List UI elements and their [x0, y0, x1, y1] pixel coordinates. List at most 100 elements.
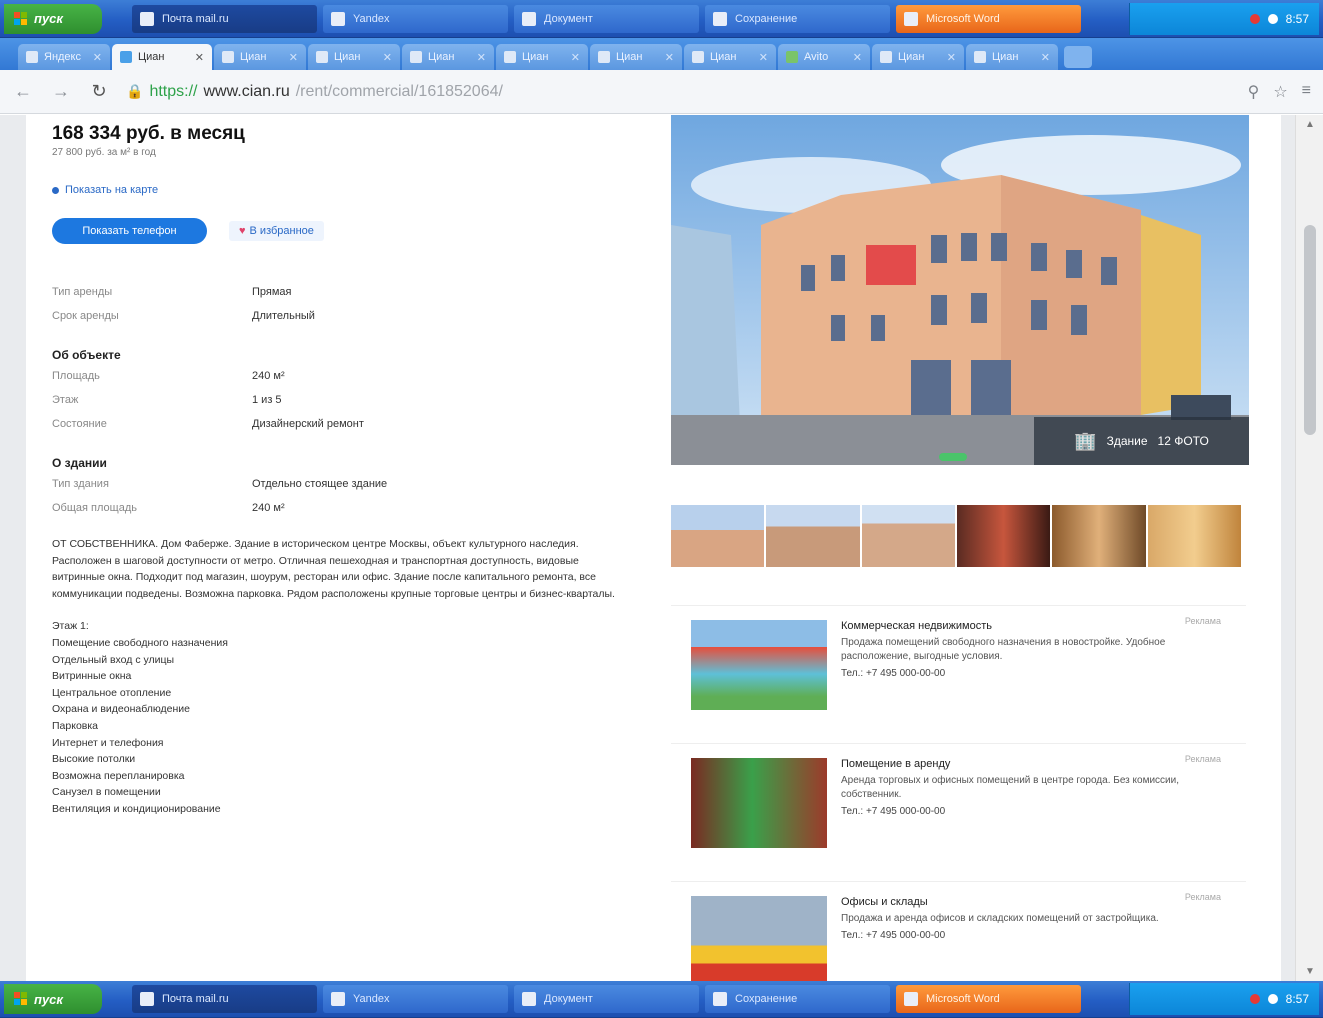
- close-tab-icon[interactable]: ✕: [665, 51, 674, 64]
- map-link[interactable]: Показать на карте: [52, 184, 632, 196]
- lock-icon: 🔒: [126, 83, 144, 99]
- feature-item: Помещение свободного назначения: [52, 636, 228, 649]
- favicon-icon: [974, 51, 986, 63]
- system-tray: 8:57: [1129, 2, 1319, 35]
- heart-icon: ♥: [239, 225, 246, 237]
- menu-icon[interactable]: ≡: [1302, 82, 1311, 102]
- price: 168 334 руб. в месяц: [52, 123, 245, 144]
- app-icon: [904, 992, 918, 1006]
- feature-item: Вентиляция и кондиционирование: [52, 802, 221, 815]
- browser-tab[interactable]: Циан ✕: [214, 44, 306, 70]
- browser-tab[interactable]: Циан ✕: [496, 44, 588, 70]
- thumbnail[interactable]: [1147, 505, 1241, 567]
- antivirus-icon[interactable]: [1249, 13, 1260, 24]
- ad-card[interactable]: Помещение в аренду Аренда торговых и офи…: [671, 743, 1246, 881]
- favicon-icon: [880, 51, 892, 63]
- app-icon: [140, 11, 154, 26]
- object-section-title: Об объекте: [52, 348, 121, 362]
- browser-tab[interactable]: Яндекс ✕: [18, 44, 110, 70]
- favorite-button[interactable]: ♥ В избранное: [229, 221, 324, 241]
- close-tab-icon[interactable]: ✕: [477, 51, 486, 64]
- clock: 8:57: [1285, 11, 1309, 26]
- show-phone-button[interactable]: Показать телефон: [52, 218, 207, 244]
- ad-image[interactable]: [691, 758, 827, 848]
- back-arrow-icon[interactable]: ←: [12, 81, 34, 102]
- app-icon: [522, 11, 536, 26]
- ad-image[interactable]: [691, 896, 827, 981]
- scroll-up-icon[interactable]: ▲: [1305, 119, 1315, 130]
- ad-card[interactable]: Офисы и склады Продажа и аренда офисов и…: [671, 881, 1246, 981]
- building-section-title: О здании: [52, 456, 107, 470]
- taskbar-bottom: пуск Почта mail.ru Yandex Документ Сохра…: [0, 981, 1323, 1018]
- thumbnail[interactable]: [861, 505, 955, 567]
- page-scrollbar[interactable]: ▲ ▼: [1295, 115, 1323, 981]
- reload-icon[interactable]: ↻: [88, 81, 110, 102]
- bookmark-icon[interactable]: ☆: [1273, 82, 1287, 102]
- close-tab-icon[interactable]: ✕: [289, 51, 298, 64]
- taskbar-item[interactable]: Документ: [514, 4, 699, 33]
- url-field[interactable]: 🔒 https://www.cian.ru/rent/commercial/16…: [126, 83, 1232, 101]
- taskbar-top: пуск Почта mail.ru Yandex Документ Сохра…: [0, 0, 1323, 38]
- forward-arrow-icon[interactable]: →: [50, 81, 72, 102]
- feature-item: Высокие потолки: [52, 753, 136, 766]
- browser-tab[interactable]: Циан ✕: [590, 44, 682, 70]
- browser-tab[interactable]: Циан ✕: [966, 44, 1058, 70]
- taskbar-item[interactable]: Microsoft Word: [896, 4, 1081, 33]
- taskbar-item[interactable]: Microsoft Word: [896, 985, 1081, 1013]
- feature-item: Витринные окна: [52, 670, 132, 683]
- start-button[interactable]: пуск: [4, 3, 102, 34]
- browser-tab[interactable]: Циан ✕: [684, 44, 776, 70]
- address-bar-tools: ⚲ ☆ ≡: [1248, 82, 1311, 102]
- param-row: Срок аренды Длительный: [52, 310, 315, 322]
- browser-tab[interactable]: Циан ✕: [402, 44, 494, 70]
- antivirus-icon[interactable]: [1249, 994, 1260, 1004]
- close-tab-icon[interactable]: ✕: [947, 51, 956, 64]
- thumbnail[interactable]: [1052, 505, 1146, 567]
- browser-tab-active[interactable]: Циан ✕: [112, 44, 212, 70]
- thumbnail[interactable]: [956, 505, 1051, 567]
- network-icon[interactable]: [1267, 994, 1278, 1004]
- browser-tab[interactable]: Циан ✕: [308, 44, 400, 70]
- taskbar-item[interactable]: Документ: [514, 985, 699, 1013]
- browser-tab-strip: Яндекс ✕ Циан ✕ Циан ✕ Циан ✕ Циан ✕ Циан ✕ Ци…: [0, 38, 1323, 70]
- thumbnail[interactable]: [766, 505, 860, 567]
- ad-body: Помещение в аренду Аренда торговых и офи…: [841, 758, 1179, 817]
- ad-card[interactable]: Коммерческая недвижимость Продажа помеще…: [671, 605, 1246, 743]
- photo-count-badge[interactable]: 🏢 Здание 12 ФОТО: [1034, 417, 1249, 465]
- taskbar-item[interactable]: Yandex: [323, 985, 508, 1013]
- app-icon: [713, 992, 727, 1006]
- close-tab-icon[interactable]: ✕: [93, 51, 102, 64]
- map-pin-icon: [52, 186, 59, 194]
- favicon-icon: [410, 51, 422, 63]
- scroll-thumb[interactable]: [1304, 225, 1316, 435]
- close-tab-icon[interactable]: ✕: [195, 51, 204, 64]
- thumbnail[interactable]: [671, 505, 765, 567]
- taskbar-item[interactable]: Почта mail.ru: [132, 4, 317, 33]
- browser-tab[interactable]: Avito ✕: [778, 44, 870, 70]
- windows-flag-icon: [14, 11, 28, 26]
- search-icon[interactable]: ⚲: [1248, 82, 1260, 102]
- browser-tab[interactable]: Циан ✕: [872, 44, 964, 70]
- taskbar-item[interactable]: Yandex: [323, 4, 508, 33]
- close-tab-icon[interactable]: ✕: [1041, 51, 1050, 64]
- taskbar-item[interactable]: Сохранение: [705, 985, 890, 1013]
- close-tab-icon[interactable]: ✕: [853, 51, 862, 64]
- close-tab-icon[interactable]: ✕: [759, 51, 768, 64]
- photo-gallery[interactable]: 🏢 Здание 12 ФОТО: [671, 115, 1249, 465]
- new-tab-button[interactable]: [1064, 46, 1092, 68]
- ad-image[interactable]: [691, 620, 827, 710]
- address-bar: ← → ↻ 🔒 https://www.cian.ru/rent/commerc…: [0, 70, 1323, 114]
- windows-flag-icon: [14, 992, 28, 1006]
- network-icon[interactable]: [1267, 13, 1278, 24]
- close-tab-icon[interactable]: ✕: [383, 51, 392, 64]
- close-tab-icon[interactable]: ✕: [571, 51, 580, 64]
- description-text: ОТ СОБСТВЕННИКА. Дом Фаберже. Здание в и…: [52, 538, 615, 600]
- rent-params: Тип аренды Прямая Срок аренды Длительный: [52, 280, 632, 328]
- param-row: Состояние Дизайнерский ремонт: [52, 418, 364, 430]
- favicon-icon: [598, 51, 610, 63]
- feature-list: Этаж 1: Помещение свободного назначения …: [52, 618, 632, 817]
- taskbar-item[interactable]: Сохранение: [705, 4, 890, 33]
- taskbar-item[interactable]: Почта mail.ru: [132, 985, 317, 1013]
- start-button[interactable]: пуск: [4, 984, 102, 1014]
- scroll-down-icon[interactable]: ▼: [1305, 966, 1315, 977]
